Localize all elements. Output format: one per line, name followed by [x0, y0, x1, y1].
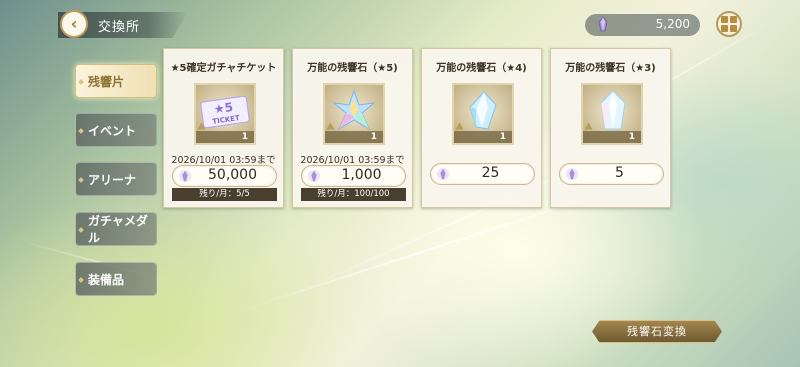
- item-count: 1: [241, 132, 248, 142]
- item-name: ★5確定ガチャチケット: [170, 63, 277, 74]
- monthly-limit: 残り/月：5/5: [172, 188, 277, 201]
- price-pill: 25: [430, 163, 535, 185]
- price-pill: 50,000: [172, 165, 277, 187]
- arrow-icon: [455, 122, 464, 130]
- item-name: 万能の残響石（★5): [307, 63, 398, 74]
- grid-menu-button[interactable]: [716, 11, 742, 37]
- item-name: 万能の残響石（★4): [436, 63, 527, 74]
- grid-menu-icon: [721, 16, 728, 23]
- item-count: 1: [628, 132, 635, 142]
- sidebar-item-equipment[interactable]: 装備品: [75, 262, 157, 296]
- deadline-text: 2026/10/01 03:59まで: [171, 155, 276, 166]
- item-count: 1: [499, 132, 506, 142]
- svg-text:★5: ★5: [213, 100, 234, 117]
- shop-card-gacha-ticket[interactable]: ★5確定ガチャチケット ★5 TICKET 1 2026/10/01 03:59…: [163, 48, 284, 208]
- item-thumbnail: 1: [581, 83, 643, 145]
- arrow-icon: [584, 122, 593, 130]
- grid-menu-icon: [721, 25, 728, 32]
- shop-card-echo-stone-5[interactable]: 万能の残響石（★5) 1 2026/10/01 03:59まで 1,000 残り…: [292, 48, 413, 208]
- echo-stone-convert-button[interactable]: 残響石変換: [592, 320, 722, 343]
- purple-crystal-icon: [598, 16, 608, 32]
- sidebar-item-label: ガチャメダル: [88, 214, 148, 245]
- sidebar-item-echo-fragments[interactable]: 残響片: [75, 64, 157, 98]
- price-value: 50,000: [208, 167, 257, 183]
- sidebar-item-label: 装備品: [88, 272, 125, 287]
- purple-crystal-icon: [436, 167, 450, 181]
- shop-card-echo-stone-4[interactable]: 万能の残響石（★4) 1 25: [421, 48, 542, 208]
- ticket-icon: ★5 TICKET: [200, 95, 250, 129]
- back-arrow-icon: ‹: [70, 14, 78, 33]
- crystal-icon: [600, 90, 626, 130]
- sidebar-item-label: 残響片: [88, 74, 125, 89]
- crystal-cluster-icon: [469, 91, 497, 130]
- price-value: 1,000: [341, 167, 382, 183]
- back-button[interactable]: ‹: [60, 10, 88, 38]
- grid-menu-icon: [730, 16, 737, 23]
- item-thumbnail: 1: [452, 83, 514, 145]
- purple-crystal-icon: [307, 169, 321, 183]
- arrow-icon: [197, 122, 206, 130]
- monthly-limit: 残り/月：100/100: [301, 188, 406, 201]
- price-pill: 5: [559, 163, 664, 185]
- sidebar-item-label: イベント: [88, 123, 137, 138]
- item-thumbnail: ★5 TICKET 1: [194, 83, 256, 145]
- sidebar-item-event[interactable]: イベント: [75, 113, 157, 147]
- grid-menu-icon: [730, 25, 737, 32]
- price-value: 5: [615, 165, 624, 181]
- deadline-text: 2026/10/01 03:59まで: [300, 155, 405, 166]
- item-thumbnail: 1: [323, 83, 385, 145]
- purple-crystal-icon: [565, 167, 579, 181]
- currency-value: 5,200: [655, 17, 690, 31]
- star-crystal-icon: [332, 89, 376, 131]
- price-value: 25: [481, 165, 500, 181]
- item-count: 1: [370, 132, 377, 142]
- shop-card-echo-stone-3[interactable]: 万能の残響石（★3) 1 5: [550, 48, 671, 208]
- purple-crystal-icon: [178, 169, 192, 183]
- sidebar-item-label: アリーナ: [88, 172, 137, 187]
- sidebar-item-gacha-medal[interactable]: ガチャメダル: [75, 212, 157, 246]
- arrow-icon: [326, 122, 335, 130]
- item-name: 万能の残響石（★3): [565, 63, 656, 74]
- price-pill: 1,000: [301, 165, 406, 187]
- page-title: 交換所: [98, 20, 141, 35]
- sidebar-item-arena[interactable]: アリーナ: [75, 162, 157, 196]
